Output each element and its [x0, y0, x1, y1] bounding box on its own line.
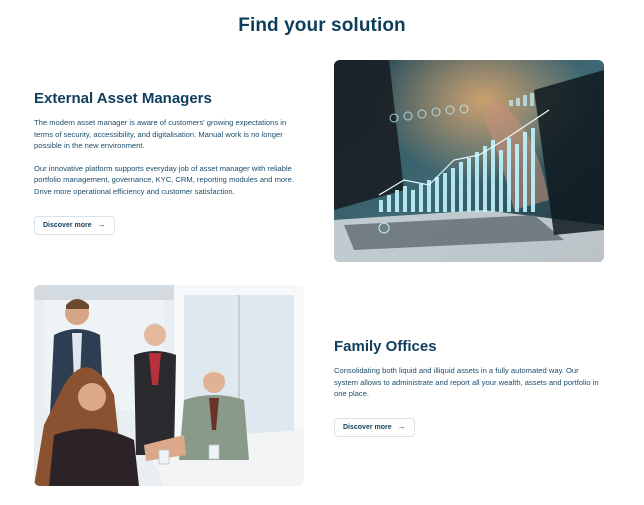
section-paragraph: Consolidating both liquid and illiquid a…: [334, 366, 599, 399]
section-external-asset-managers: External Asset Managers The modern asset…: [34, 90, 304, 235]
button-label: Discover more: [43, 221, 92, 229]
discover-more-button[interactable]: Discover more →: [334, 417, 415, 437]
arrow-right-icon: →: [397, 422, 406, 432]
discover-more-button[interactable]: Discover more →: [34, 215, 115, 235]
section-paragraph: Our innovative platform supports everyda…: [34, 163, 295, 196]
section-paragraph: The modern asset manager is aware of cus…: [34, 118, 287, 151]
button-label: Discover more: [343, 423, 392, 431]
arrow-right-icon: →: [97, 220, 106, 230]
laptop-chart-image: [334, 60, 604, 262]
section-heading: Family Offices: [334, 338, 437, 355]
office-meeting-image: [34, 285, 304, 486]
section-heading: External Asset Managers: [34, 90, 212, 107]
section-family-offices: Family Offices Consolidating both liquid…: [334, 338, 604, 437]
page-title: Find your solution: [238, 15, 406, 36]
